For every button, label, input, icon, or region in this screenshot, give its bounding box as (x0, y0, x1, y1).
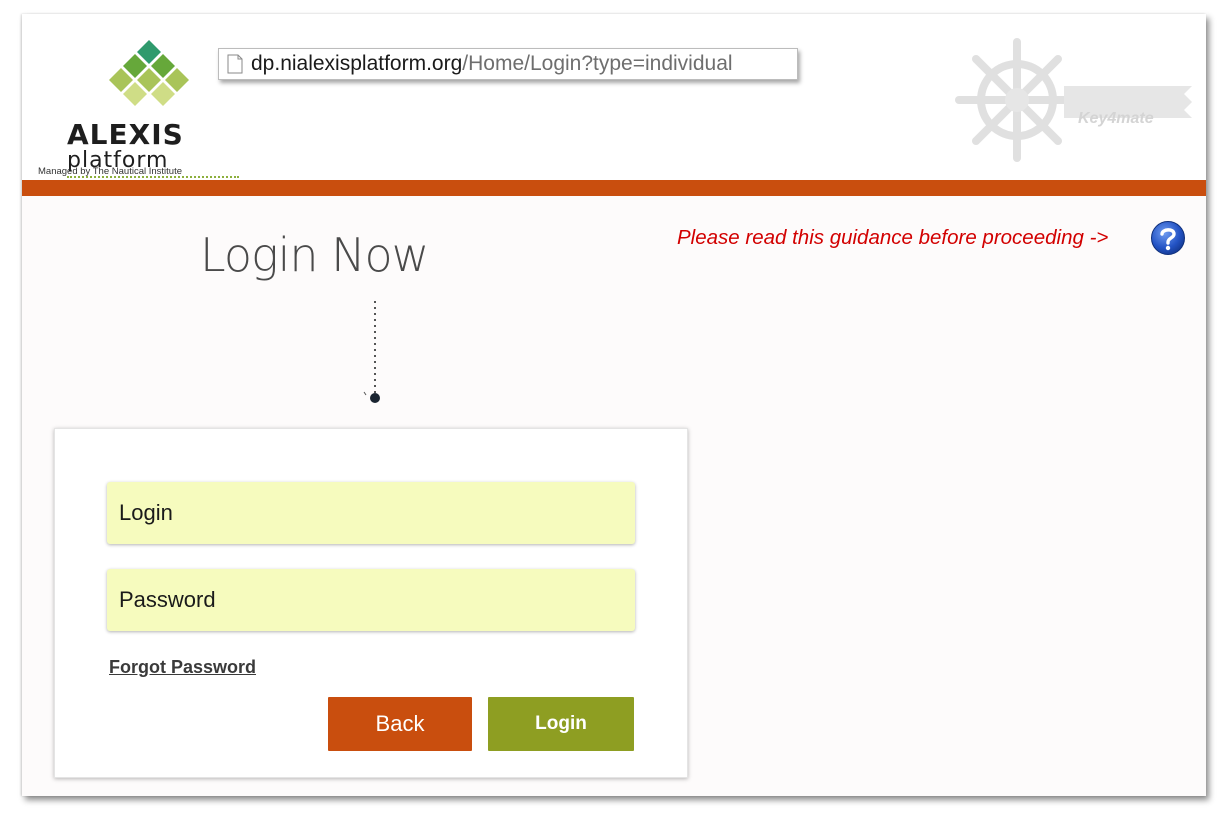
back-button[interactable]: Back (328, 697, 472, 751)
url-path: /Home/Login?type=individual (462, 52, 733, 75)
diamond-logo-icon (109, 40, 189, 106)
page-icon (227, 54, 243, 74)
password-input[interactable] (107, 569, 635, 631)
ship-wheel-key-icon (955, 38, 1192, 162)
key4mate-logo[interactable]: Key4mate (952, 22, 1202, 162)
site-header: ALEXIS platform Managed by The Nautical … (22, 14, 1206, 180)
forgot-password-link[interactable]: Forgot Password (109, 657, 256, 678)
logo-brand-line1: ALEXIS (67, 118, 184, 151)
help-icon[interactable] (1150, 220, 1186, 256)
address-bar[interactable]: dp.nialexisplatform.org/Home/Login?type=… (218, 48, 798, 80)
page-title: Login Now (200, 228, 429, 282)
dotted-connector (363, 301, 380, 403)
url-host: dp.nialexisplatform.org (251, 52, 463, 75)
browser-window: ALEXIS platform Managed by The Nautical … (22, 14, 1206, 796)
header-accent-bar (22, 180, 1206, 196)
logo-tagline: Managed by The Nautical Institute (38, 166, 182, 177)
login-card: Forgot Password Back Login (54, 428, 688, 778)
login-button[interactable]: Login (488, 697, 634, 751)
guidance-text[interactable]: Please read this guidance before proceed… (677, 226, 1108, 250)
key4mate-text: Key4mate (1078, 110, 1154, 127)
login-input[interactable] (107, 482, 635, 544)
